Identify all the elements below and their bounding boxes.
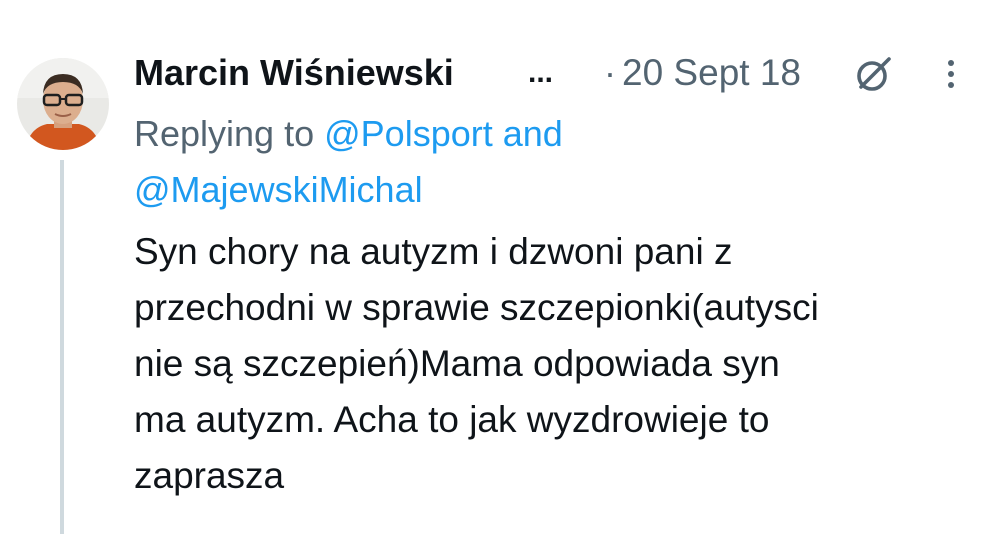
tweet-text-line: Syn chory na autyzm i dzwoni pani z: [134, 231, 733, 272]
author-name[interactable]: Marcin Wiśniewski: [134, 50, 454, 96]
replying-to-label: Replying to: [134, 113, 315, 154]
separator-dot: ·: [604, 52, 616, 93]
tweet-text-line: przechodni w sprawie szczepionki(autysci: [134, 287, 819, 328]
replying-to: Replying to @Polsport and @MajewskiMicha…: [134, 106, 694, 218]
tweet[interactable]: Marcin Wiśniewski ... · 20 Sept 18 Reply…: [0, 0, 1000, 534]
mention-majewskimichal[interactable]: @MajewskiMichal: [134, 169, 423, 210]
tweet-text-line: zaprasza: [134, 455, 285, 496]
more-vertical-icon[interactable]: [946, 58, 956, 90]
mention-and: and: [502, 113, 563, 154]
thread-line: [60, 160, 64, 534]
tweet-text-line: nie są szczepień)Mama odpowiada syn: [134, 343, 780, 384]
name-truncation: ...: [528, 56, 554, 89]
tweet-text: Syn chory na autyzm i dzwoni pani z prze…: [134, 224, 964, 504]
tweet-header: Marcin Wiśniewski ... · 20 Sept 18: [134, 50, 974, 96]
grok-icon[interactable]: [854, 54, 894, 94]
tweet-text-line: ma autyzm. Acha to jak wyzdrowieje to: [134, 399, 770, 440]
mention-polsport[interactable]: @Polsport: [324, 113, 493, 154]
avatar[interactable]: [17, 58, 109, 150]
tweet-date[interactable]: 20 Sept 18: [622, 50, 801, 96]
avatar-image: [17, 58, 109, 150]
